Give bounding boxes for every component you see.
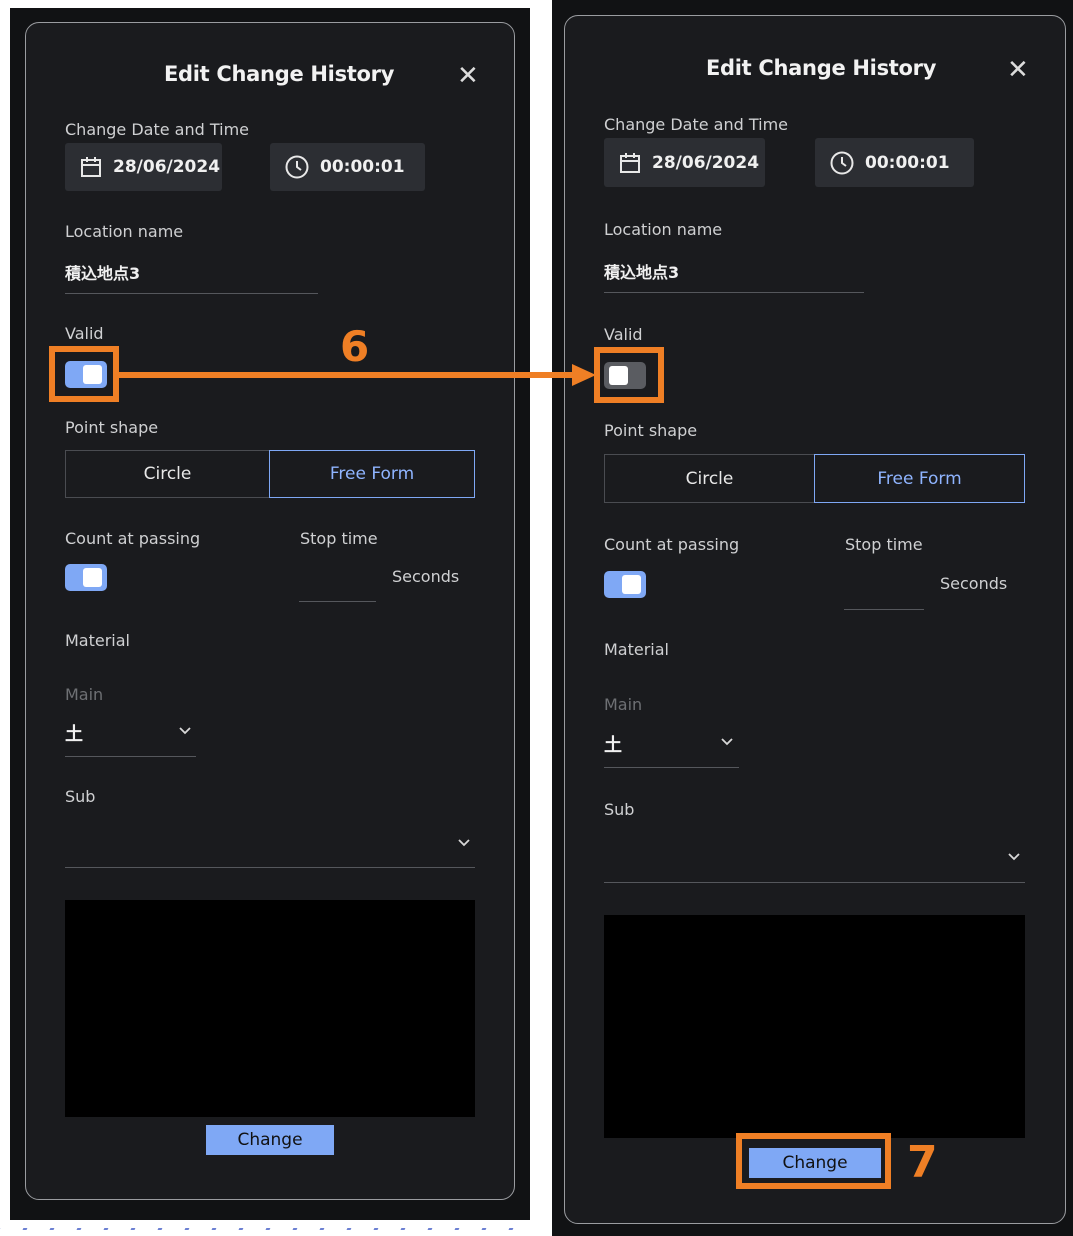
change-date-time-label: Change Date and Time <box>604 115 789 134</box>
location-name-underline <box>604 292 864 293</box>
step-6-highlight-left <box>49 346 119 402</box>
location-name-label: Location name <box>65 222 184 241</box>
stop-time-input[interactable] <box>299 570 376 594</box>
main-material-underline <box>65 756 196 757</box>
point-shape-circle-option[interactable]: Circle <box>604 454 815 503</box>
stop-time-label: Stop time <box>300 529 378 548</box>
main-material-select[interactable]: 土 <box>604 731 622 757</box>
time-field[interactable]: 00:00:01 <box>815 138 974 187</box>
location-name-input[interactable]: 積込地点3 <box>65 260 140 284</box>
point-shape-label: Point shape <box>65 418 159 437</box>
stop-time-underline <box>299 601 376 602</box>
count-at-passing-toggle[interactable] <box>604 571 646 598</box>
map-preview[interactable] <box>604 915 1025 1138</box>
close-icon[interactable]: ✕ <box>1007 57 1029 83</box>
chevron-down-icon[interactable] <box>456 838 472 848</box>
count-at-passing-label: Count at passing <box>604 535 740 554</box>
point-shape-label: Point shape <box>604 421 698 440</box>
toggle-knob <box>83 568 102 587</box>
step-6-number: 6 <box>340 322 370 371</box>
sub-material-select[interactable] <box>604 845 994 869</box>
chevron-down-icon[interactable] <box>719 737 735 747</box>
stop-time-underline <box>844 609 924 610</box>
sub-material-select[interactable] <box>65 830 445 854</box>
map-preview[interactable] <box>65 900 475 1117</box>
clock-icon <box>830 151 854 174</box>
dialog-title: Edit Change History <box>164 62 395 86</box>
seconds-label: Seconds <box>940 574 1008 593</box>
change-button[interactable]: Change <box>206 1125 334 1155</box>
step-7-number: 7 <box>907 1137 938 1188</box>
location-name-label: Location name <box>604 220 723 239</box>
close-icon[interactable]: ✕ <box>457 63 479 89</box>
point-shape-circle-option[interactable]: Circle <box>65 450 270 498</box>
chevron-down-icon[interactable] <box>177 726 193 736</box>
count-at-passing-label: Count at passing <box>65 529 201 548</box>
stop-time-input[interactable] <box>844 578 924 602</box>
step-6-highlight-right <box>594 347 664 403</box>
date-value: 28/06/2024 <box>113 157 221 177</box>
dialog-title: Edit Change History <box>706 56 937 80</box>
toggle-knob <box>622 575 641 594</box>
time-field[interactable]: 00:00:01 <box>270 143 425 191</box>
location-name-underline <box>65 293 318 294</box>
step-7-highlight <box>736 1133 891 1189</box>
count-at-passing-toggle[interactable] <box>65 564 107 591</box>
chevron-down-icon[interactable] <box>1006 852 1022 862</box>
time-value: 00:00:01 <box>320 157 405 177</box>
dashed-edge-decoration <box>0 1228 537 1230</box>
material-label: Material <box>65 631 130 650</box>
sub-material-underline <box>65 867 475 868</box>
main-label: Main <box>604 695 643 714</box>
date-value: 28/06/2024 <box>652 152 760 173</box>
calendar-icon <box>620 152 640 173</box>
material-label: Material <box>604 640 669 659</box>
sub-label: Sub <box>604 800 635 819</box>
point-shape-free-form-option[interactable]: Free Form <box>269 450 475 498</box>
date-field[interactable]: 28/06/2024 <box>65 143 222 191</box>
stop-time-label: Stop time <box>845 535 923 554</box>
location-name-input[interactable]: 積込地点3 <box>604 259 679 283</box>
clock-icon <box>285 155 309 179</box>
main-material-select[interactable]: 土 <box>65 720 83 746</box>
point-shape-free-form-option[interactable]: Free Form <box>814 454 1025 503</box>
sub-label: Sub <box>65 787 96 806</box>
main-material-underline <box>604 767 739 768</box>
sub-material-underline <box>604 882 1025 883</box>
time-value: 00:00:01 <box>865 152 950 173</box>
calendar-icon <box>81 157 101 177</box>
date-field[interactable]: 28/06/2024 <box>604 138 765 187</box>
valid-label: Valid <box>65 324 104 343</box>
main-label: Main <box>65 685 104 704</box>
change-date-time-label: Change Date and Time <box>65 120 250 139</box>
seconds-label: Seconds <box>392 567 460 586</box>
valid-label: Valid <box>604 325 643 344</box>
